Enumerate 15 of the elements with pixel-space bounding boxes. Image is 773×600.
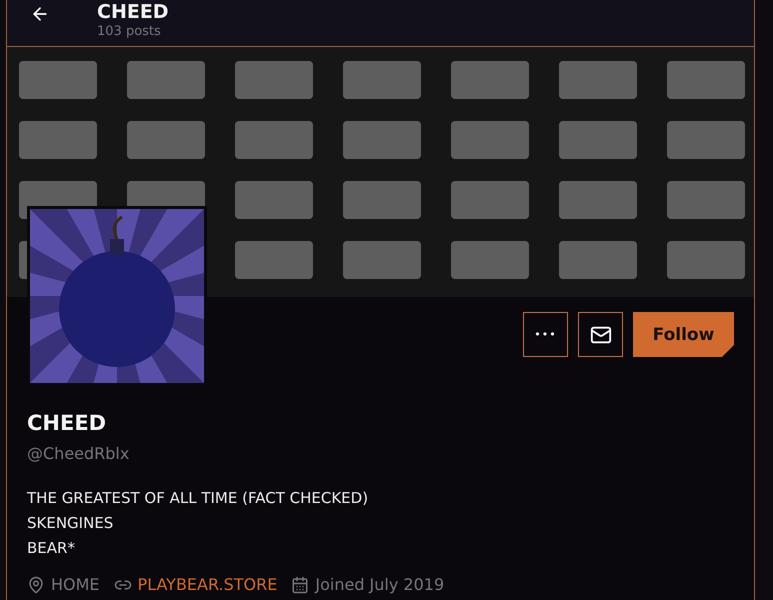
location-pin-icon bbox=[27, 576, 45, 594]
bio-line: BEAR* bbox=[27, 538, 75, 559]
post-count: 103 posts bbox=[97, 24, 162, 40]
calendar-icon bbox=[291, 576, 310, 594]
display-name: CHEED bbox=[27, 410, 106, 436]
bio-line: SKENGINES bbox=[27, 513, 114, 534]
message-button[interactable] bbox=[578, 312, 623, 357]
user-handle: @CheedRblx bbox=[27, 444, 130, 464]
follow-button[interactable]: Follow bbox=[633, 312, 734, 357]
profile-meta-text: Joined July 2019 bbox=[315, 575, 444, 594]
profile-meta-text: HOME bbox=[51, 575, 100, 594]
website-link[interactable]: PLAYBEAR.STORE bbox=[138, 575, 278, 594]
profile-title: CHEED bbox=[97, 0, 169, 24]
bio-line: THE GREATEST OF ALL TIME (FACT CHECKED) bbox=[27, 488, 368, 509]
more-button[interactable]: ••• bbox=[523, 312, 568, 357]
